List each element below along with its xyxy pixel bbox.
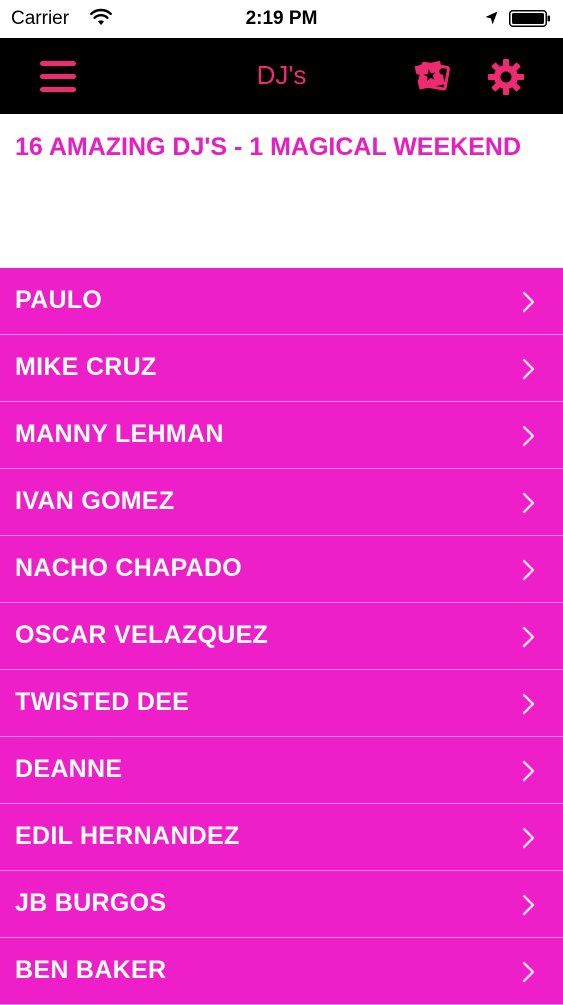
chevron-right-icon <box>522 693 535 715</box>
status-bar: Carrier 2:19 PM <box>0 0 563 38</box>
navigation-bar: DJ's <box>0 38 563 114</box>
dj-name: OSCAR VELAZQUEZ <box>15 621 269 649</box>
dj-name: JB BURGOS <box>15 889 167 917</box>
ticket-icon[interactable] <box>413 58 453 94</box>
list-item[interactable]: JB BURGOS <box>0 871 563 938</box>
status-time: 2:19 PM <box>245 8 318 29</box>
dj-name: BEN BAKER <box>15 956 167 984</box>
list-item[interactable]: OSCAR VELAZQUEZ <box>0 603 563 670</box>
dj-name: EDIL HERNANDEZ <box>15 822 240 850</box>
list-item[interactable]: BEN BAKER <box>0 938 563 1005</box>
list-item[interactable]: MIKE CRUZ <box>0 335 563 402</box>
location-arrow-icon <box>485 11 498 25</box>
list-item[interactable]: MANNY LEHMAN <box>0 402 563 469</box>
list-item[interactable]: DEANNE <box>0 737 563 804</box>
chevron-right-icon <box>522 626 535 648</box>
battery-icon <box>509 10 550 27</box>
page-title: DJ's <box>256 60 307 90</box>
chevron-right-icon <box>522 425 535 447</box>
dj-name: MIKE CRUZ <box>15 353 157 381</box>
dj-name: NACHO CHAPADO <box>15 554 243 582</box>
dj-name: DEANNE <box>15 755 123 783</box>
dj-name: TWISTED DEE <box>15 688 190 716</box>
chevron-right-icon <box>522 760 535 782</box>
chevron-right-icon <box>522 291 535 313</box>
list-item[interactable]: NACHO CHAPADO <box>0 536 563 603</box>
header-panel: 16 AMAZING DJ'S - 1 MAGICAL WEEKEND <box>0 114 563 268</box>
chevron-right-icon <box>522 492 535 514</box>
headline: 16 AMAZING DJ'S - 1 MAGICAL WEEKEND <box>15 133 521 161</box>
list-item[interactable]: TWISTED DEE <box>0 670 563 737</box>
list-item[interactable]: PAULO <box>0 268 563 335</box>
list-item[interactable]: IVAN GOMEZ <box>0 469 563 536</box>
list-item[interactable]: EDIL HERNANDEZ <box>0 804 563 871</box>
dj-name: MANNY LEHMAN <box>15 420 224 448</box>
chevron-right-icon <box>522 827 535 849</box>
chevron-right-icon <box>522 961 535 983</box>
chevron-right-icon <box>522 559 535 581</box>
chevron-right-icon <box>522 894 535 916</box>
dj-name: PAULO <box>15 286 103 314</box>
chevron-right-icon <box>522 358 535 380</box>
dj-name: IVAN GOMEZ <box>15 487 175 515</box>
gear-icon[interactable] <box>487 58 525 96</box>
dj-list: PAULO MIKE CRUZ MANNY LEHMAN IVAN GOMEZ NACH… <box>0 268 563 1005</box>
